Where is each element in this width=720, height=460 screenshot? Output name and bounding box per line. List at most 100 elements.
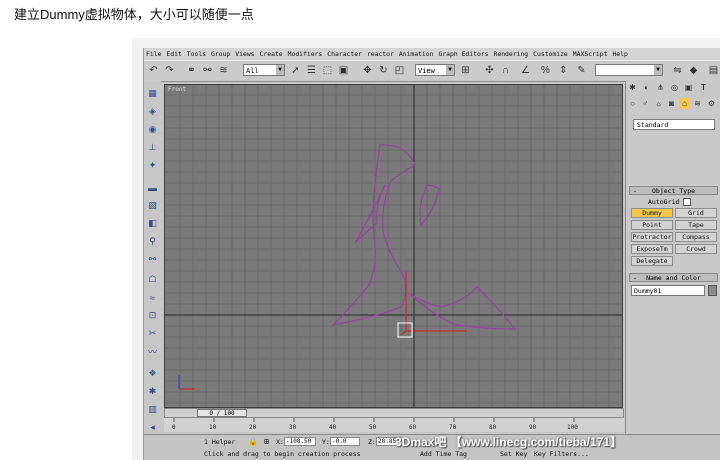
scroll-down-icon[interactable]: ◂ — [146, 421, 159, 434]
mirror-icon[interactable]: ⇋ — [671, 64, 684, 77]
name-and-color-rollout[interactable]: - Name and Color — [629, 273, 718, 282]
toy-car-icon[interactable]: ⊡ — [146, 309, 159, 322]
menu-create[interactable]: Create — [258, 48, 286, 58]
menu-modifiers[interactable]: Modifiers — [286, 48, 326, 58]
named-selection-dropdown[interactable]: ▼ — [595, 64, 663, 76]
add-time-tag-button[interactable]: Add Time Tag — [420, 450, 467, 458]
tape-button[interactable]: Tape — [675, 220, 717, 230]
menu-edit[interactable]: Edit — [164, 48, 184, 58]
menu-maxscript[interactable]: MAXScript — [571, 48, 611, 58]
trackbar[interactable]: 0 10 20 30 40 50 60 70 80 90 100 — [164, 418, 624, 432]
object-type-rollout[interactable]: - Object Type — [629, 186, 718, 195]
layer-manager-icon[interactable]: ▤ — [707, 64, 720, 77]
systems-icon[interactable]: ⚙ — [706, 98, 717, 109]
y-coordinate-field[interactable]: -0.0 — [330, 437, 360, 446]
geometry-icon[interactable]: ○ — [627, 98, 638, 109]
lights-icon[interactable]: ☼ — [653, 98, 664, 109]
menu-customize[interactable]: Customize — [531, 48, 571, 58]
menu-group[interactable]: Group — [209, 48, 233, 58]
time-slider-bar[interactable]: 0 / 100 — [164, 408, 624, 418]
menu-reactor[interactable]: reactor — [365, 48, 397, 58]
checkbox-icon[interactable] — [683, 198, 692, 206]
menu-views[interactable]: Views — [233, 48, 257, 58]
x-coordinate-field[interactable]: -108.50 — [284, 437, 316, 446]
menu-graph-editors[interactable]: Graph Editors — [436, 48, 491, 58]
pivot-center-icon[interactable]: ⊞ — [459, 64, 472, 77]
fracture-icon[interactable]: ✂ — [146, 327, 159, 340]
front-viewport[interactable]: Front — [164, 84, 623, 408]
create-animation-icon[interactable]: ▥ — [146, 403, 159, 416]
bind-space-warp-icon[interactable]: ≋ — [217, 64, 230, 77]
plane-icon[interactable]: ▬ — [146, 181, 159, 194]
named-selection-icon[interactable]: ✎ — [575, 64, 588, 77]
point-to-point-icon[interactable]: ⚯ — [146, 253, 159, 266]
selection-filter-dropdown[interactable]: All ▼ — [243, 64, 285, 76]
viewport-label[interactable]: Front — [168, 86, 186, 93]
reactor-icon[interactable]: ▦ — [146, 87, 159, 100]
display-tab-icon[interactable]: ▣ — [683, 82, 694, 93]
delegate-button[interactable]: Delegate — [631, 256, 673, 266]
utilities-tab-icon[interactable]: T — [698, 82, 709, 93]
water-icon[interactable]: 〰 — [146, 345, 159, 358]
spring-icon[interactable]: ▧ — [146, 199, 159, 212]
hierarchy-tab-icon[interactable]: ⋔ — [655, 82, 666, 93]
menu-animation[interactable]: Animation — [397, 48, 437, 58]
select-object-icon[interactable]: ➚ — [289, 64, 302, 77]
rotate-icon[interactable]: ↻ — [377, 64, 390, 77]
undo-icon[interactable]: ↶ — [147, 64, 160, 77]
menu-character[interactable]: Character — [325, 48, 365, 58]
angle-snap-icon[interactable]: ∠ — [519, 64, 532, 77]
object-name-field[interactable]: Dummy01 — [631, 285, 705, 296]
analyze-icon[interactable]: ✱ — [146, 385, 159, 398]
absolute-mode-icon[interactable]: ⊞ — [264, 437, 269, 446]
preview-icon[interactable]: ❖ — [146, 367, 159, 380]
dummy-helper-box[interactable] — [397, 322, 413, 338]
dummy-button[interactable]: Dummy — [631, 208, 673, 218]
soft-body-icon[interactable]: ⊥ — [146, 141, 159, 154]
hinge-icon[interactable]: ⚲ — [146, 235, 159, 248]
exposetm-button[interactable]: ExposeTm — [631, 244, 673, 254]
grid-button[interactable]: Grid — [675, 208, 717, 218]
menu-file[interactable]: File — [144, 48, 164, 58]
create-tab-icon[interactable]: ✱ — [627, 82, 638, 93]
set-key-button[interactable]: Set Key — [500, 450, 527, 458]
object-color-swatch[interactable] — [708, 285, 717, 296]
reference-coord-dropdown[interactable]: View ▼ — [415, 64, 455, 76]
rigid-body-icon[interactable]: ◉ — [146, 123, 159, 136]
protractor-button[interactable]: Protractor — [631, 232, 673, 242]
modify-tab-icon[interactable]: ◐ — [641, 82, 652, 93]
crowd-button[interactable]: Crowd — [675, 244, 717, 254]
snap-toggle-icon[interactable]: ∩ — [499, 64, 512, 77]
helpers-icon[interactable]: ⌂ — [679, 98, 690, 109]
menu-help[interactable]: Help — [610, 48, 630, 58]
redo-icon[interactable]: ↷ — [163, 64, 176, 77]
window-crossing-icon[interactable]: ▣ — [337, 64, 350, 77]
dashpot-icon[interactable]: ◧ — [146, 217, 159, 230]
compass-button[interactable]: Compass — [675, 232, 717, 242]
align-icon[interactable]: ◆ — [687, 64, 700, 77]
shapes-icon[interactable]: ♂ — [640, 98, 651, 109]
unlink-icon[interactable]: ⚯ — [201, 64, 214, 77]
select-and-link-icon[interactable]: ⚭ — [185, 64, 198, 77]
motion-tab-icon[interactable]: ◎ — [669, 82, 680, 93]
lock-icon[interactable]: 🔒 — [248, 437, 258, 446]
point-button[interactable]: Point — [631, 220, 673, 230]
menu-rendering[interactable]: Rendering — [492, 48, 532, 58]
percent-snap-icon[interactable]: % — [539, 64, 552, 77]
key-filters-button[interactable]: Key Filters... — [534, 450, 589, 458]
cloth-icon[interactable]: ◈ — [146, 105, 159, 118]
wind-icon[interactable]: ≈ — [146, 291, 159, 304]
time-slider-thumb[interactable]: 0 / 100 — [197, 409, 247, 417]
spinner-snap-icon[interactable]: ⇕ — [557, 64, 570, 77]
space-warps-icon[interactable]: ≋ — [692, 98, 703, 109]
move-icon[interactable]: ✥ — [361, 64, 374, 77]
menu-tools[interactable]: Tools — [185, 48, 209, 58]
category-dropdown[interactable]: Standard — [633, 119, 715, 130]
selection-region-icon[interactable]: ⬚ — [321, 64, 334, 77]
autogrid-checkbox[interactable]: AutoGrid — [648, 198, 692, 206]
scale-icon[interactable]: ◰ — [393, 64, 406, 77]
select-by-name-icon[interactable]: ☰ — [305, 64, 318, 77]
cameras-icon[interactable]: ◙ — [666, 98, 677, 109]
ragdoll-icon[interactable]: ☖ — [146, 273, 159, 286]
rope-icon[interactable]: ✦ — [146, 159, 159, 172]
